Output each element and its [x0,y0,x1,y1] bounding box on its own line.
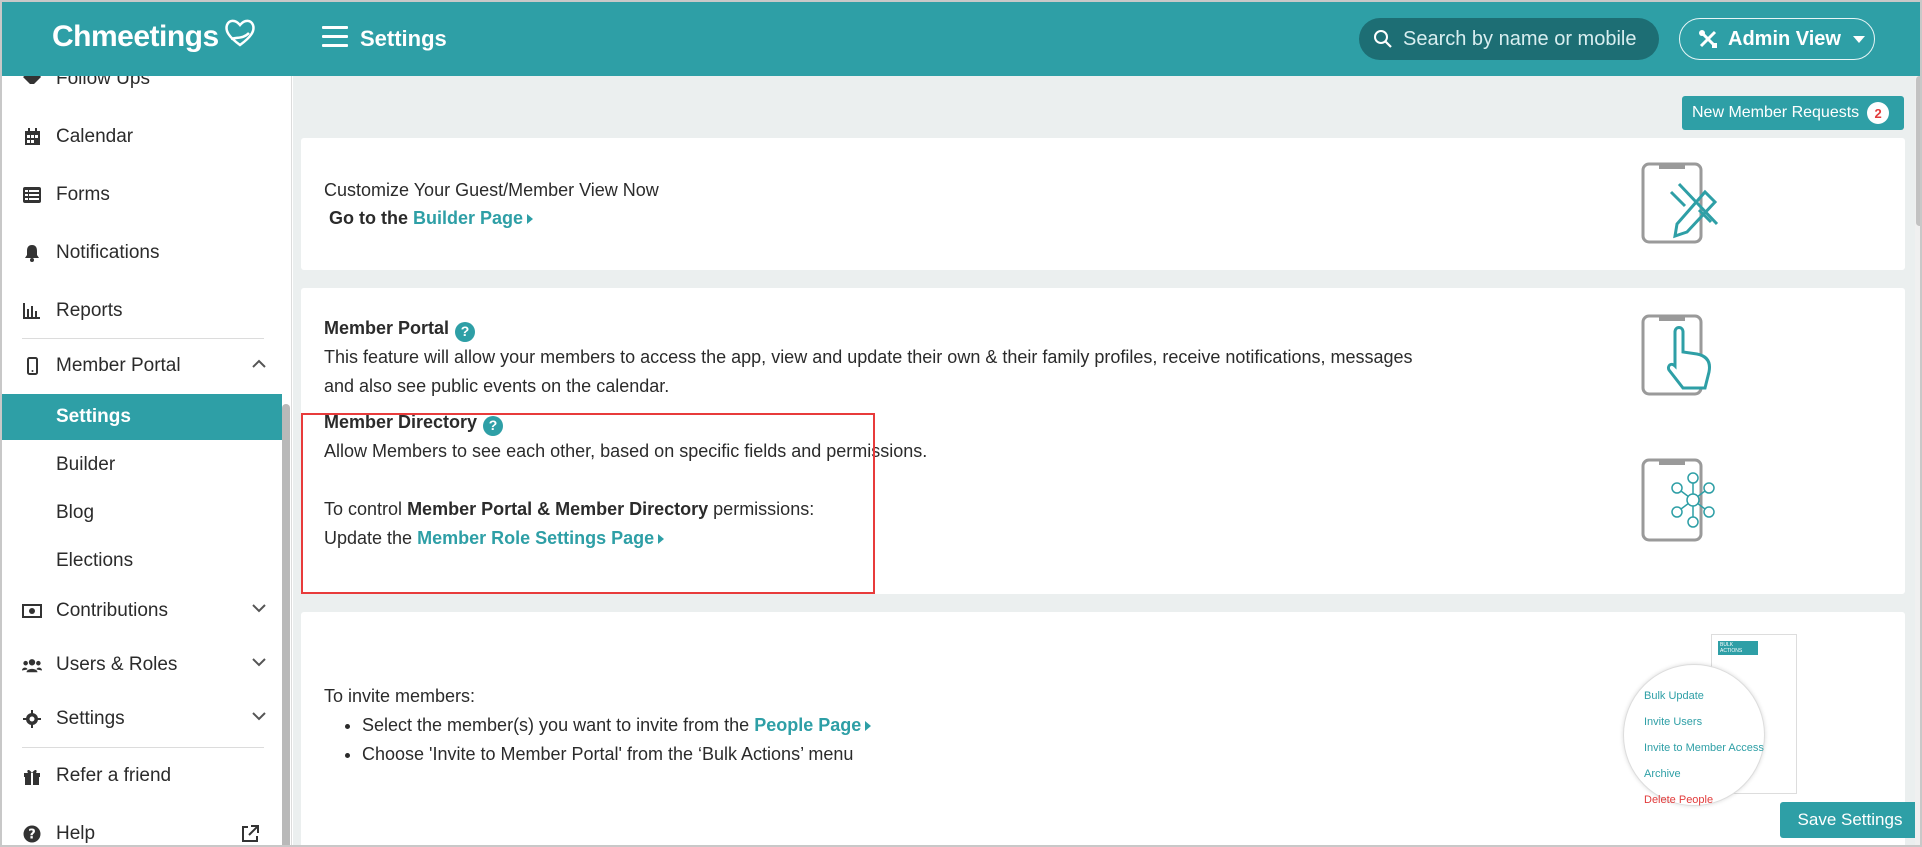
sidebar-item-follow-ups[interactable]: Follow Ups [2,76,282,104]
gear-icon [22,709,42,729]
sidebar-item-forms[interactable]: Forms [2,170,282,220]
top-bar: Chmeetings Settings Admin View [2,2,1920,76]
people-page-link[interactable]: People Page [754,715,872,735]
hamburger-menu-icon[interactable] [322,26,348,50]
sidebar-divider [22,338,264,339]
sidebar-item-label: Member Portal [56,355,181,376]
member-directory-highlight [301,413,875,594]
chevron-down-icon [1853,35,1865,43]
gift-icon [22,766,42,786]
new-member-requests-button[interactable]: New Member Requests 2 [1682,96,1904,130]
search-bar[interactable] [1359,18,1659,60]
mobile-icon [22,356,42,376]
sidebar-item-contributions[interactable]: Contributions [2,586,282,636]
save-settings-button[interactable]: Save Settings [1780,802,1920,838]
sidebar-item-users-roles[interactable]: Users & Roles [2,640,282,690]
invite-card: To invite members: Select the member(s) … [301,612,1905,845]
chevron-down-icon [252,604,266,613]
phone-touch-icon [1641,314,1711,396]
search-icon [1374,30,1392,48]
external-link-icon[interactable] [240,824,260,844]
sidebar-item-label: Follow Ups [56,76,150,89]
sidebar-item-help[interactable]: ? Help [2,809,282,845]
tools-icon [1699,30,1717,48]
logo-text: Chmeetings [52,20,219,53]
admin-view-dropdown[interactable]: Admin View [1679,18,1875,60]
bar-chart-icon [22,301,42,321]
svg-text:?: ? [28,828,36,843]
new-member-requests-label: New Member Requests [1692,104,1860,121]
phone-network-icon [1641,458,1715,542]
phone-edit-icon [1641,162,1719,244]
logo-heart-icon [224,19,255,47]
sidebar-subitem-elections[interactable]: Elections [2,538,282,584]
sidebar-divider [22,747,264,748]
sidebar-item-label: Reports [56,300,123,321]
money-icon [22,601,42,621]
admin-view-label: Admin View [1728,27,1841,50]
requests-count-badge: 2 [1867,102,1890,124]
invite-steps: Select the member(s) you want to invite … [324,711,1024,769]
sidebar-subitem-settings[interactable]: Settings [2,394,282,440]
chevron-down-icon [252,658,266,667]
invite-heading: To invite members: [324,686,476,706]
sidebar-item-label: Help [56,823,96,844]
member-portal-desc-1: This feature will allow your members to … [324,347,1413,367]
sidebar-item-label: Refer a friend [56,765,172,786]
sidebar-item-reports[interactable]: Reports [2,286,282,336]
chevron-down-icon [252,712,266,721]
question-icon: ? [22,824,42,844]
app-window: Chmeetings Settings Admin View Follow Up… [0,0,1922,847]
list-icon [22,185,42,205]
sidebar: Follow Ups Calendar Forms Notifications … [2,76,292,845]
bulk-actions-illustration: BULK ACTIONS Bulk Update Invite Users In… [1623,634,1823,814]
page-title: Settings [360,26,447,51]
sidebar-item-settings[interactable]: Settings [2,694,282,744]
sidebar-subitem-blog[interactable]: Blog [2,490,282,536]
help-question-icon[interactable]: ? [455,321,476,342]
logo[interactable]: Chmeetings [52,19,257,54]
builder-page-link[interactable]: Builder Page [413,208,534,228]
handshake-icon [22,76,42,89]
go-to-label: Go to the [329,208,408,228]
sidebar-item-label: Calendar [56,126,134,147]
builder-link-line: Go to the Builder Page [329,204,534,233]
sidebar-item-label: Settings [56,708,125,729]
sidebar-scrollbar[interactable] [282,404,290,845]
sidebar-subitem-builder[interactable]: Builder [2,442,282,488]
invite-step-1: Select the member(s) you want to invite … [362,711,1024,740]
main-scrollbar[interactable] [1915,76,1920,845]
customize-card: Customize Your Guest/Member View Now Go … [301,138,1905,270]
calendar-icon [22,127,42,147]
member-portal-heading: Member Portal? [324,314,476,343]
member-portal-desc-2: and also see public events on the calend… [324,376,670,396]
sidebar-item-label: Contributions [56,600,168,621]
sidebar-item-label: Forms [56,184,110,205]
sidebar-item-label: Notifications [56,242,160,263]
sidebar-item-label: Users & Roles [56,654,178,675]
illustration-zoom: Bulk Update Invite Users Invite to Membe… [1623,664,1765,806]
sidebar-item-refer-friend[interactable]: Refer a friend [2,751,282,801]
users-icon [22,655,42,675]
sidebar-item-notifications[interactable]: Notifications [2,228,282,278]
sidebar-item-calendar[interactable]: Calendar [2,112,282,162]
sidebar-item-member-portal[interactable]: Member Portal [2,341,282,391]
invite-step-2: Choose 'Invite to Member Portal' from th… [362,740,1024,769]
search-input[interactable] [1403,27,1643,51]
main-content: New Member Requests 2 Customize Your Gue… [293,76,1920,845]
bell-icon [22,243,42,263]
customize-text: Customize Your Guest/Member View Now [324,180,659,200]
member-portal-title: Member Portal [324,318,450,338]
chevron-up-icon [252,359,266,368]
